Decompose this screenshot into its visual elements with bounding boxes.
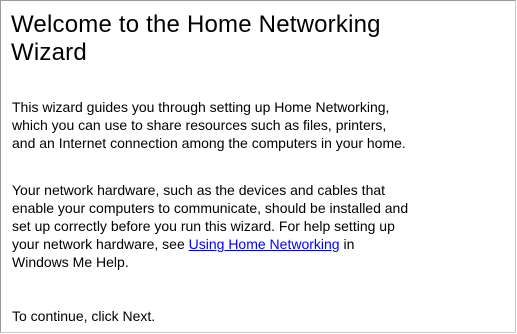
title-line-2: Wizard <box>11 39 87 66</box>
hardware-line-4-prefix: your network hardware, see <box>12 236 189 252</box>
hardware-paragraph: Your network hardware, such as the devic… <box>12 181 512 271</box>
continue-instruction: To continue, click Next. <box>12 308 156 324</box>
hardware-line-5: Windows Me Help. <box>12 254 129 270</box>
hardware-line-2: enable your computers to communicate, sh… <box>12 200 409 216</box>
page-title: Welcome to the Home Networking Wizard <box>11 11 511 67</box>
intro-paragraph: This wizard guides you through setting u… <box>12 98 512 152</box>
wizard-welcome-panel: Welcome to the Home Networking Wizard Thi… <box>0 0 516 333</box>
hardware-line-4-suffix: in <box>339 236 355 252</box>
title-line-1: Welcome to the Home Networking <box>11 11 381 38</box>
intro-line-3: and an Internet connection among the com… <box>12 135 406 151</box>
using-home-networking-link[interactable]: Using Home Networking <box>189 236 340 252</box>
hardware-line-1: Your network hardware, such as the devic… <box>12 182 386 198</box>
intro-line-2: which you can use to share resources suc… <box>12 117 387 133</box>
intro-line-1: This wizard guides you through setting u… <box>12 99 390 115</box>
hardware-line-3: set up correctly before you run this wiz… <box>12 218 395 234</box>
